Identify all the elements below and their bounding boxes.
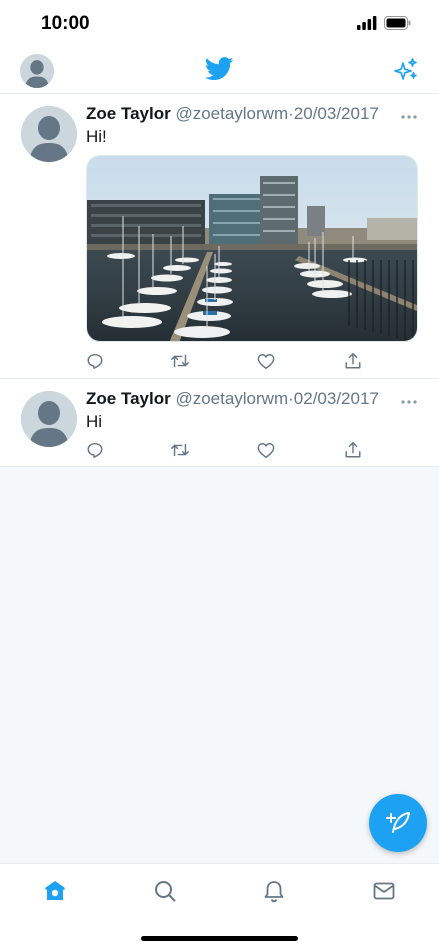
tweet-author-handle[interactable]: @zoetaylorwm xyxy=(175,104,288,123)
harbor-photo xyxy=(87,156,417,341)
like-icon[interactable] xyxy=(255,350,277,372)
battery-icon xyxy=(384,16,411,30)
default-avatar-icon xyxy=(21,391,77,447)
default-avatar-icon xyxy=(21,106,77,162)
tweet[interactable]: Zoe Taylor @zoetaylorwm·20/03/2017 Hi! xyxy=(0,94,439,379)
tab-home[interactable] xyxy=(42,878,68,904)
top-nav xyxy=(0,48,439,94)
tweet-date[interactable]: 02/03/2017 xyxy=(294,389,379,408)
profile-avatar[interactable] xyxy=(20,54,54,88)
tweet-date[interactable]: 20/03/2017 xyxy=(294,104,379,123)
status-icons xyxy=(357,16,411,30)
tab-notifications[interactable] xyxy=(261,878,287,904)
compose-tweet-icon xyxy=(386,812,410,833)
tab-search[interactable] xyxy=(152,878,178,904)
messages-icon xyxy=(373,882,395,900)
tweet-header: Zoe Taylor @zoetaylorwm·20/03/2017 xyxy=(86,104,379,124)
like-icon[interactable] xyxy=(255,439,277,461)
timeline-feed: Zoe Taylor @zoetaylorwm·20/03/2017 Hi! Z… xyxy=(0,94,439,467)
tweet-actions xyxy=(86,439,366,461)
reply-icon[interactable] xyxy=(84,439,106,461)
tab-messages[interactable] xyxy=(371,878,397,904)
sparkle-icon[interactable] xyxy=(393,57,419,88)
tweet[interactable]: Zoe Taylor @zoetaylorwm·02/03/2017 Hi xyxy=(0,379,439,467)
more-options-icon[interactable] xyxy=(401,392,417,410)
tweet-media-image[interactable] xyxy=(86,155,418,342)
reply-icon[interactable] xyxy=(84,350,106,372)
tweet-author-handle[interactable]: @zoetaylorwm xyxy=(175,389,288,408)
avatar[interactable] xyxy=(21,106,77,162)
retweet-icon[interactable] xyxy=(169,439,191,461)
tweet-author-name[interactable]: Zoe Taylor xyxy=(86,389,171,408)
tweet-text: Hi xyxy=(86,412,103,431)
search-icon xyxy=(155,881,176,902)
tweet-author-name[interactable]: Zoe Taylor xyxy=(86,104,171,123)
home-indicator[interactable] xyxy=(141,936,298,941)
more-options-icon[interactable] xyxy=(401,107,417,125)
tweet-header: Zoe Taylor @zoetaylorwm·02/03/2017 xyxy=(86,389,379,409)
tweet-text: Hi! xyxy=(86,127,107,146)
retweet-icon[interactable] xyxy=(169,350,191,372)
tweet-actions xyxy=(86,350,366,372)
share-icon[interactable] xyxy=(342,350,364,372)
avatar[interactable] xyxy=(21,391,77,447)
compose-tweet-button[interactable] xyxy=(369,794,427,852)
home-icon xyxy=(45,881,65,900)
default-avatar-icon xyxy=(20,54,54,88)
twitter-bird-icon xyxy=(204,57,234,86)
status-bar: 10:00 xyxy=(0,0,439,48)
notifications-icon xyxy=(264,881,284,903)
signal-icon xyxy=(357,16,377,30)
share-icon[interactable] xyxy=(342,439,364,461)
status-time: 10:00 xyxy=(41,13,90,34)
